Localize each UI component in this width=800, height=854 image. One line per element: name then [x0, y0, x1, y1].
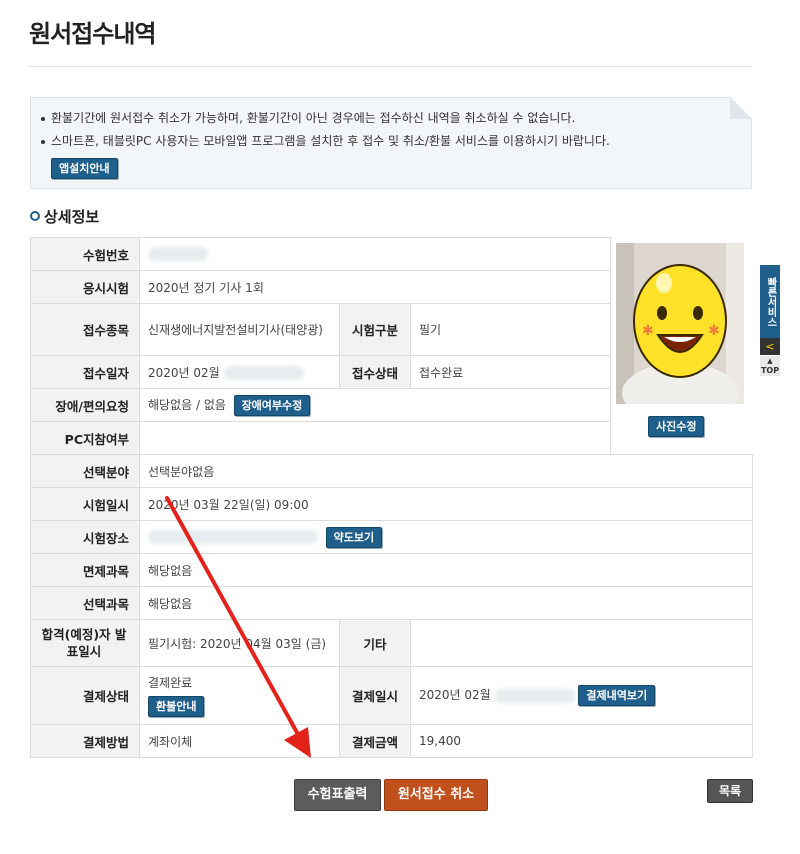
notice-box: 환불기간에 원서접수 취소가 가능하며, 환불기간이 아닌 경우에는 접수하신 …: [30, 97, 752, 189]
bullet-ring-icon: [30, 210, 40, 221]
svg-text:✱: ✱: [708, 323, 720, 339]
map-button[interactable]: 약도보기: [325, 526, 383, 548]
photo-edit-button[interactable]: 사진수정: [648, 416, 705, 437]
disability-edit-button[interactable]: 장애여부수정: [233, 394, 311, 416]
table-row: 합격(예정)자 발표일시 필기시험: 2020년 04월 03일 (금) 기타: [30, 619, 753, 667]
label-pay-date: 결제일시: [339, 666, 411, 725]
page-title: 원서접수내역: [29, 20, 156, 48]
table-row: 시험장소 약도보기: [30, 520, 753, 554]
label-exam-place: 시험장소: [30, 520, 140, 554]
label-disability: 장애/편의요청: [30, 388, 140, 422]
quick-service-tab[interactable]: 빠른서비스: [760, 265, 780, 338]
label-exam-type: 시험구분: [339, 303, 411, 356]
refund-info-button[interactable]: 환불안내: [148, 696, 205, 717]
value-pay-method: 계좌이체: [139, 724, 340, 758]
value-disability: 해당없음 / 없음 장애여부수정: [139, 388, 611, 422]
value-selected-subject: 해당없음: [139, 586, 753, 620]
label-exam-no: 수험번호: [30, 237, 140, 271]
label-pc-attend: PC지참여부: [30, 421, 140, 455]
label-reg-date: 접수일자: [30, 355, 140, 389]
table-row: 결제상태 결제완료 환불안내 결제일시 2020년 02월 결제내역보기: [30, 666, 753, 725]
value-reg-date: 2020년 02월: [139, 355, 340, 389]
notice-item: 환불기간에 원서접수 취소가 가능하며, 환불기간이 아닌 경우에는 접수하신 …: [41, 109, 575, 126]
label-selected-subject: 선택과목: [30, 586, 140, 620]
value-pay-date: 2020년 02월 결제내역보기: [410, 666, 753, 725]
label-exam-datetime: 시험일시: [30, 487, 140, 521]
label-field: 접수종목: [30, 303, 140, 356]
page-fold-decoration: [730, 97, 752, 119]
value-field: 신재생에너지발전설비기사(태양광): [139, 303, 340, 356]
value-exam-datetime: 2020년 03월 22일(일) 09:00: [139, 487, 753, 521]
value-reg-status: 접수완료: [410, 355, 611, 389]
label-result-date: 합격(예정)자 발표일시: [30, 619, 140, 667]
scroll-top-button[interactable]: ▲ TOP: [760, 356, 780, 376]
blurred-value: [148, 247, 208, 262]
value-exempt: 해당없음: [139, 553, 753, 587]
label-exam: 응시시험: [30, 270, 140, 304]
list-button[interactable]: 목록: [707, 779, 753, 803]
label-pay-method: 결제방법: [30, 724, 140, 758]
label-exempt: 면제과목: [30, 553, 140, 587]
label-selected-field: 선택분야: [30, 454, 140, 488]
value-pc-attend: [139, 421, 611, 455]
print-ticket-button[interactable]: 수험표출력: [294, 779, 381, 811]
table-row: 시험일시 2020년 03월 22일(일) 09:00: [30, 487, 753, 521]
value-pay-status: 결제완료 환불안내: [139, 666, 340, 725]
table-row: 결제방법 계좌이체 결제금액 19,400: [30, 724, 753, 758]
value-exam-place: 약도보기: [139, 520, 753, 554]
value-pay-amount: 19,400: [410, 724, 753, 758]
collapse-arrow-icon[interactable]: <: [760, 338, 780, 355]
title-divider: [29, 66, 752, 67]
svg-text:✱: ✱: [642, 323, 654, 339]
pay-history-button[interactable]: 결제내역보기: [578, 685, 656, 706]
label-reg-status: 접수상태: [339, 355, 411, 389]
label-pay-amount: 결제금액: [339, 724, 411, 758]
blurred-value: [148, 530, 318, 544]
section-title: 상세정보: [30, 206, 99, 227]
label-etc: 기타: [339, 619, 411, 667]
table-row: 면제과목 해당없음: [30, 553, 753, 587]
cancel-application-button[interactable]: 원서접수 취소: [384, 779, 488, 811]
blurred-value: [494, 688, 575, 703]
smiley-face-icon: ✱ ✱: [616, 243, 744, 404]
blurred-value: [223, 366, 304, 380]
value-exam: 2020년 정기 기사 1회: [139, 270, 611, 304]
app-install-button[interactable]: 앱설치안내: [51, 158, 118, 179]
value-exam-no: [139, 237, 611, 271]
value-selected-field: 선택분야없음: [139, 454, 753, 488]
notice-item: 스마트폰, 태블릿PC 사용자는 모바일앱 프로그램을 설치한 후 접수 및 취…: [41, 132, 610, 149]
value-result-date: 필기시험: 2020년 04월 03일 (금): [139, 619, 340, 667]
applicant-photo: ✱ ✱: [616, 243, 744, 404]
value-exam-type: 필기: [410, 303, 611, 356]
label-pay-status: 결제상태: [30, 666, 140, 725]
value-etc: [410, 619, 753, 667]
table-row: 선택분야 선택분야없음: [30, 454, 753, 488]
table-row: 선택과목 해당없음: [30, 586, 753, 620]
